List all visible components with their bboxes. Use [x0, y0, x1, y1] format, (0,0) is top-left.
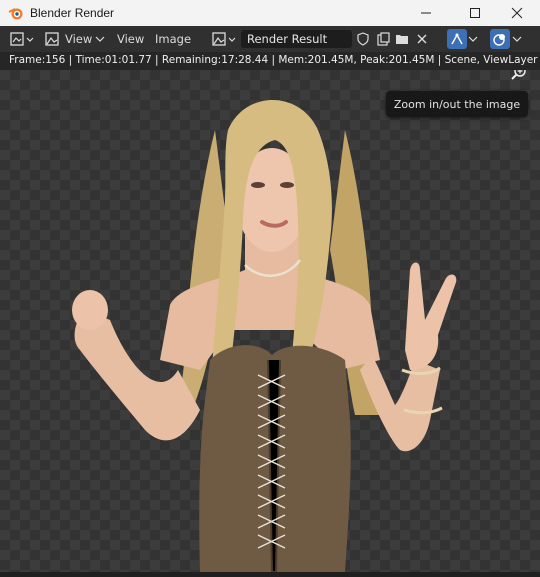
gizmo-icon: [451, 33, 463, 45]
gizmo-toggle[interactable]: [447, 29, 467, 49]
fake-user-button[interactable]: [355, 29, 373, 49]
overlay-toggle[interactable]: [490, 29, 510, 49]
maximize-icon: [470, 8, 480, 18]
open-image-button[interactable]: [394, 29, 412, 49]
close-icon: [511, 7, 523, 19]
fake-user-shield-icon: [357, 32, 369, 46]
editor-type-button[interactable]: [9, 29, 35, 49]
new-image-button[interactable]: [375, 29, 393, 49]
overlay-icon: [493, 34, 505, 46]
view-menu[interactable]: View: [117, 29, 144, 49]
overlay-dropdown[interactable]: [512, 29, 524, 49]
open-folder-icon: [396, 35, 408, 44]
image-name-value: Render Result: [247, 32, 328, 46]
maximize-button[interactable]: [452, 0, 498, 26]
new-image-icon: [377, 32, 390, 46]
minimize-icon: [421, 12, 431, 14]
image-editor-header: View View Image Render Result: [0, 26, 540, 52]
close-button[interactable]: [494, 0, 540, 26]
gizmo-dropdown[interactable]: [468, 29, 480, 49]
chevron-down-icon: [95, 36, 105, 42]
render-status-text: Frame:156 | Time:01:01.77 | Remaining:17…: [9, 54, 540, 66]
zoom-magnifier-icon[interactable]: [510, 70, 528, 82]
chevron-down-icon: [468, 36, 478, 42]
image-browse-button[interactable]: [211, 29, 239, 49]
image-browse-icon: [212, 32, 236, 46]
window-title: Blender Render: [30, 6, 115, 20]
render-result-image: [72, 100, 457, 572]
unlink-button[interactable]: [414, 29, 432, 49]
image-menu[interactable]: Image: [155, 29, 191, 49]
view-label: View: [117, 32, 145, 46]
bottom-edge: [0, 572, 540, 577]
blender-logo-icon: [8, 8, 23, 20]
tooltip-text: Zoom in/out the image: [393, 97, 521, 111]
minimize-button[interactable]: [403, 0, 449, 26]
image-name-field[interactable]: Render Result: [241, 30, 352, 48]
image-mode-button[interactable]: [44, 29, 66, 49]
image-mode-icon: [45, 32, 59, 46]
chevron-down-icon: [512, 36, 522, 42]
window-titlebar: Blender Render: [0, 0, 540, 26]
view-menu-dropdown[interactable]: View: [65, 29, 105, 49]
view-menu-label: View: [65, 32, 93, 46]
editor-type-icon: [10, 32, 34, 46]
image-viewport[interactable]: [0, 70, 540, 572]
render-info-bar: Frame:156 | Time:01:01.77 | Remaining:17…: [0, 52, 540, 70]
unlink-x-icon: [417, 34, 427, 44]
zoom-tooltip: Zoom in/out the image: [386, 91, 528, 117]
image-label: Image: [155, 32, 192, 46]
